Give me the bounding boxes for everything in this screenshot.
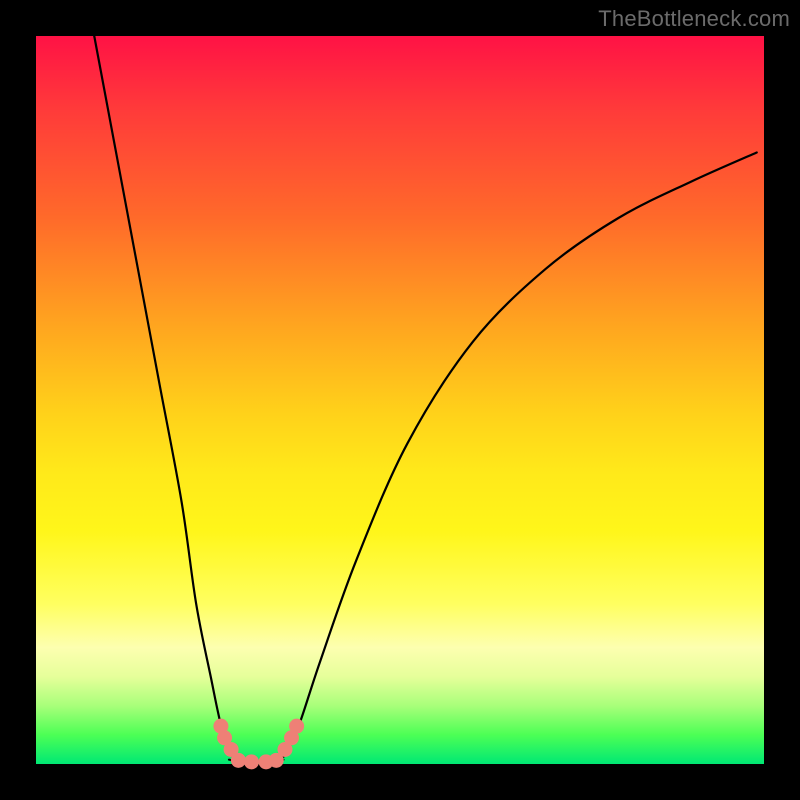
chart-frame: TheBottleneck.com <box>0 0 800 800</box>
trough-bead-2 <box>244 754 259 769</box>
trough-bead-1 <box>231 753 246 768</box>
marker-group <box>213 719 304 770</box>
plot-area <box>36 36 764 764</box>
curve-group <box>94 36 756 762</box>
watermark-text: TheBottleneck.com <box>598 6 790 32</box>
series-curve-right <box>284 152 757 756</box>
right-bead-3 <box>289 719 304 734</box>
series-curve-left <box>94 36 232 757</box>
chart-svg <box>36 36 764 764</box>
trough-bead-4 <box>269 753 284 768</box>
